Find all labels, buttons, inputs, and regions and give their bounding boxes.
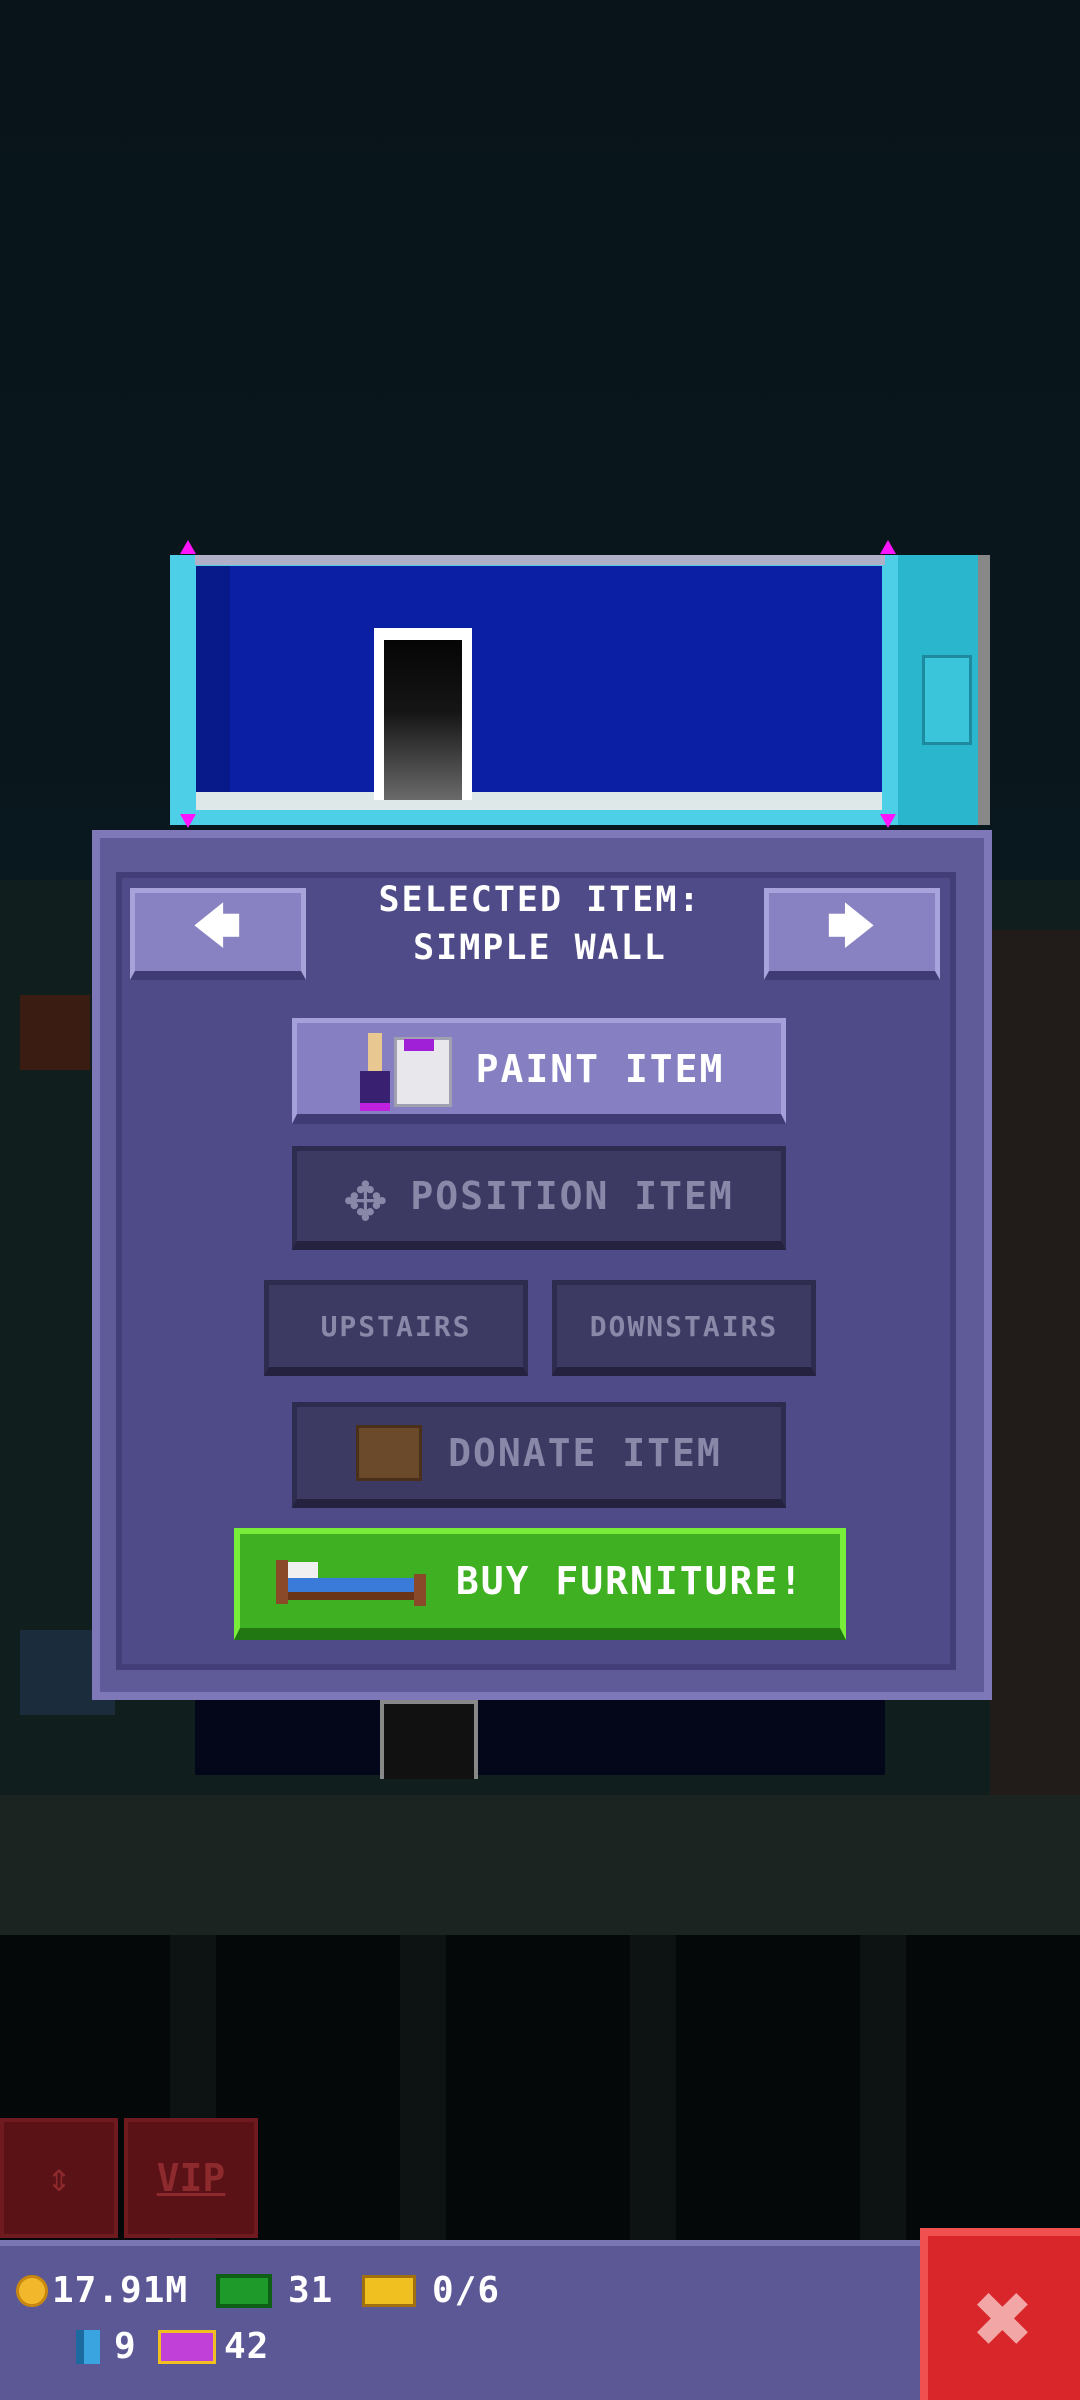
bits-value: 9 [114,2326,137,2367]
selected-item-name: SIMPLE WALL [413,928,667,968]
donate-item-label: DONATE ITEM [448,1431,722,1475]
background-sign [20,995,90,1070]
buy-furniture-label: BUY FURNITURE! [455,1559,805,1603]
upstairs-label: UPSTAIRS [320,1309,472,1343]
background-door [380,1700,478,1779]
selection-corner-icon [880,540,896,554]
paint-bucket-icon [354,1027,458,1111]
bits-stat: 9 [76,2326,137,2367]
position-item-label: POSITION ITEM [410,1174,734,1218]
vip-cards-value: 42 [224,2326,270,2367]
vip-card-icon [158,2329,216,2364]
buy-furniture-button[interactable]: BUY FURNITURE! [234,1528,846,1640]
room-ceiling [195,555,885,565]
close-icon: ✖ [973,2259,1035,2377]
selection-corner-icon [880,814,896,828]
tickets-stat: 0/6 [362,2270,500,2311]
background-room [195,1700,885,1775]
cash-icon [216,2273,272,2308]
coin-icon [16,2274,48,2307]
tickets-value: 0/6 [432,2270,501,2311]
bux-stat: 31 [216,2270,333,2311]
selection-corner-icon [180,540,196,554]
close-button[interactable]: ✖ [920,2228,1080,2400]
background-floor-band [0,1795,1080,1935]
vip-label: VIP [156,2156,226,2200]
background-tower [990,930,1080,1800]
vip-cards-stat: 42 [158,2326,269,2367]
selected-wall[interactable] [196,566,882,796]
downstairs-label: DOWNSTAIRS [589,1309,779,1343]
room-stairwell [384,640,462,800]
selected-item-title: SELECTED ITEM: SIMPLE WALL [300,876,780,972]
room-floor [196,792,882,810]
donate-item-button[interactable]: DONATE ITEM [292,1402,786,1508]
paint-item-label: PAINT ITEM [475,1046,725,1091]
arrow-right-icon: 🡆 [827,899,877,953]
background-pillar [630,1935,676,2240]
bux-value: 31 [288,2270,334,2311]
upstairs-button[interactable]: UPSTAIRS [264,1280,528,1376]
status-bar [0,2240,1080,2400]
bitizen-icon [76,2329,100,2364]
coins-value: 17.91M [52,2270,189,2311]
move-arrows-icon: ✥ [344,1155,389,1237]
elevator-door-icon [922,655,972,745]
selected-item-label: SELECTED ITEM: [378,880,702,920]
up-down-arrows-icon: ⇕ [46,2155,72,2201]
wall-shade [196,566,230,796]
bed-icon [275,1556,426,1606]
ticket-icon [362,2274,416,2307]
vip-button[interactable]: VIP [124,2118,258,2238]
box-icon [356,1425,423,1481]
next-item-button[interactable]: 🡆 [764,888,940,980]
downstairs-button[interactable]: DOWNSTAIRS [552,1280,816,1376]
paint-item-button[interactable]: PAINT ITEM [292,1018,786,1124]
background-pillar [400,1935,446,2240]
background-pillar [860,1935,906,2240]
prev-item-button[interactable]: 🡄 [130,888,306,980]
elevator-control-button[interactable]: ⇕ [0,2118,118,2238]
selection-corner-icon [180,814,196,828]
arrow-left-icon: 🡄 [193,899,243,953]
coins-stat: 17.91M [16,2270,188,2311]
position-item-button[interactable]: ✥ POSITION ITEM [292,1146,786,1250]
